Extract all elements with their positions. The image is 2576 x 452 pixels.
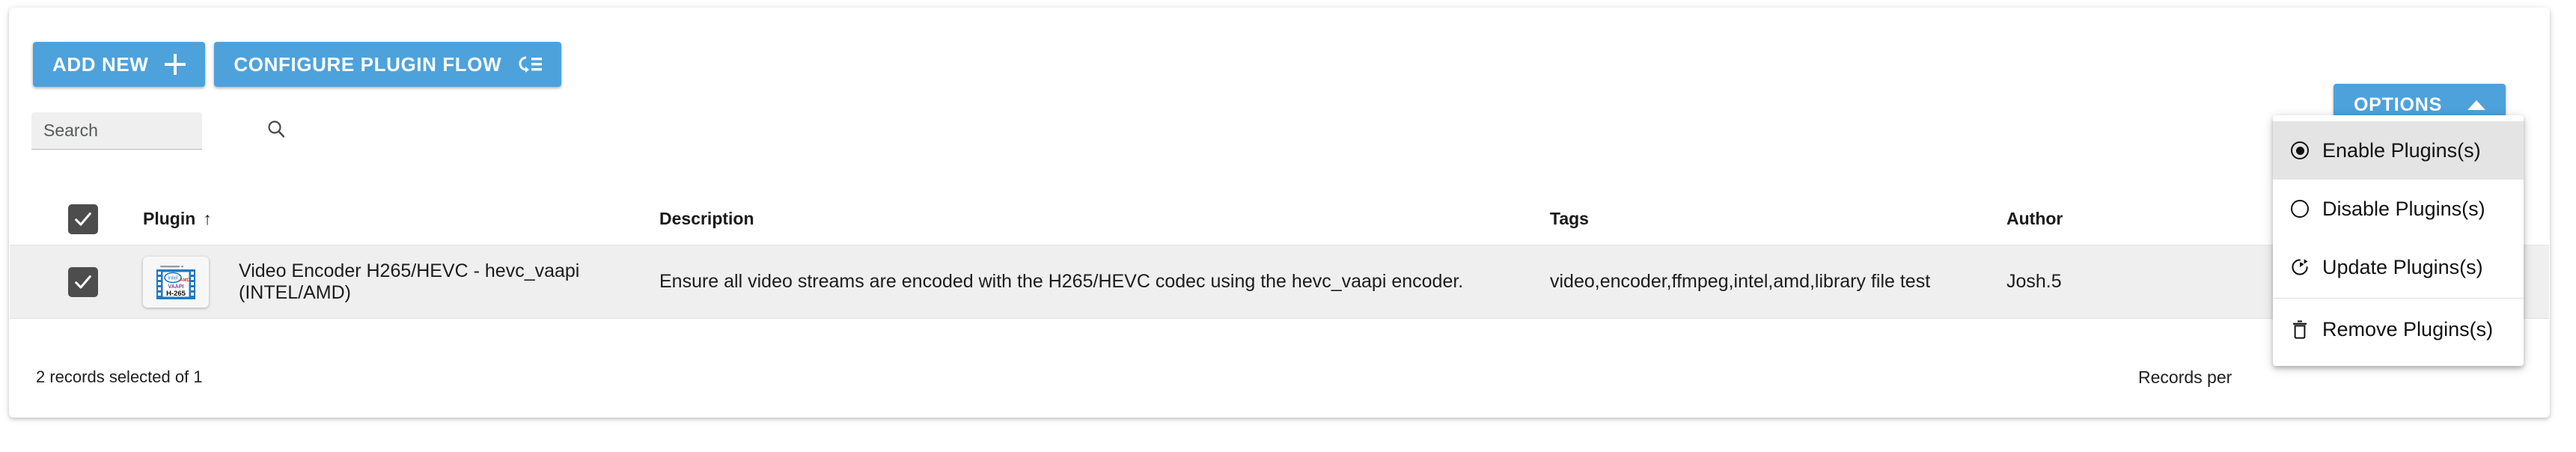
column-header-plugin[interactable]: Plugin ↑	[143, 209, 659, 229]
plugins-panel: ADD NEW CONFIGURE PLUGIN FLOW Search Plu…	[9, 7, 2550, 418]
configure-plugin-flow-label: CONFIGURE PLUGIN FLOW	[234, 52, 502, 76]
svg-text:H-265: H-265	[166, 290, 186, 298]
menu-item-update-plugins[interactable]: Update Plugins(s)	[2273, 238, 2524, 296]
row-checkbox[interactable]	[68, 266, 98, 297]
menu-item-remove-plugins[interactable]: Remove Plugins(s)	[2273, 300, 2524, 358]
plugin-name: Video Encoder H265/HEVC - hevc_vaapi (IN…	[239, 260, 580, 303]
menu-item-enable-plugins-label: Enable Plugins(s)	[2322, 138, 2481, 162]
row-select-cell	[10, 266, 143, 297]
header-select-all-cell	[10, 204, 143, 234]
menu-item-disable-plugins-label: Disable Plugins(s)	[2322, 197, 2485, 220]
records-per-page-label: Records per	[2138, 367, 2232, 387]
menu-item-enable-plugins[interactable]: Enable Plugins(s)	[2273, 121, 2524, 180]
plus-icon	[165, 54, 186, 75]
menu-item-remove-plugins-label: Remove Plugins(s)	[2322, 317, 2494, 340]
svg-text:intel: intel	[168, 275, 178, 281]
trash-icon	[2289, 319, 2310, 340]
radio-on-icon	[2289, 140, 2310, 161]
plugin-flow-icon	[518, 54, 543, 75]
plugin-icon: intel AMD VAAPI H-265	[143, 256, 209, 308]
radio-off-icon	[2289, 198, 2310, 219]
configure-plugin-flow-button[interactable]: CONFIGURE PLUGIN FLOW	[214, 42, 562, 87]
records-selected-status: 2 records selected of 1	[36, 367, 203, 386]
column-header-plugin-label: Plugin	[143, 209, 196, 228]
column-header-description[interactable]: Description	[659, 209, 1550, 229]
add-new-button[interactable]: ADD NEW	[33, 42, 206, 87]
search-icon[interactable]	[266, 119, 286, 142]
options-dropdown-menu: Enable Plugins(s) Disable Plugins(s) Upd…	[2273, 115, 2524, 366]
column-header-author-label: Author	[2006, 209, 2063, 228]
options-button-label: OPTIONS	[2353, 94, 2443, 115]
column-header-tags-label: Tags	[1550, 209, 1589, 228]
column-header-tags[interactable]: Tags	[1550, 209, 2006, 229]
table-row[interactable]: intel AMD VAAPI H-265 Video Encoder H265…	[10, 245, 2549, 319]
plugin-tags: video,encoder,ffmpeg,intel,amd,library f…	[1550, 271, 1931, 292]
column-header-description-label: Description	[659, 209, 754, 228]
search-field[interactable]	[31, 112, 285, 150]
row-plugin-cell: intel AMD VAAPI H-265 Video Encoder H265…	[143, 256, 659, 308]
select-all-checkbox[interactable]	[68, 204, 98, 234]
update-icon	[2289, 257, 2310, 278]
sort-ascending-icon: ↑	[203, 209, 212, 228]
search-input[interactable]	[42, 120, 266, 141]
toolbar: ADD NEW CONFIGURE PLUGIN FLOW	[33, 42, 562, 87]
plugin-description: Ensure all video streams are encoded wit…	[659, 271, 1464, 292]
table-header-row: Plugin ↑ Description Tags Author	[10, 193, 2549, 245]
svg-text:VAAPI: VAAPI	[168, 284, 184, 290]
menu-divider	[2273, 298, 2524, 299]
plugins-table: Plugin ↑ Description Tags Author intel A…	[10, 193, 2549, 319]
menu-item-disable-plugins[interactable]: Disable Plugins(s)	[2273, 180, 2524, 238]
add-new-label: ADD NEW	[52, 52, 149, 76]
table-footer: 2 records selected of 1 Records per	[9, 340, 2550, 415]
svg-text:AMD: AMD	[180, 278, 190, 283]
chevron-up-icon	[2467, 100, 2486, 110]
menu-item-update-plugins-label: Update Plugins(s)	[2322, 255, 2483, 278]
